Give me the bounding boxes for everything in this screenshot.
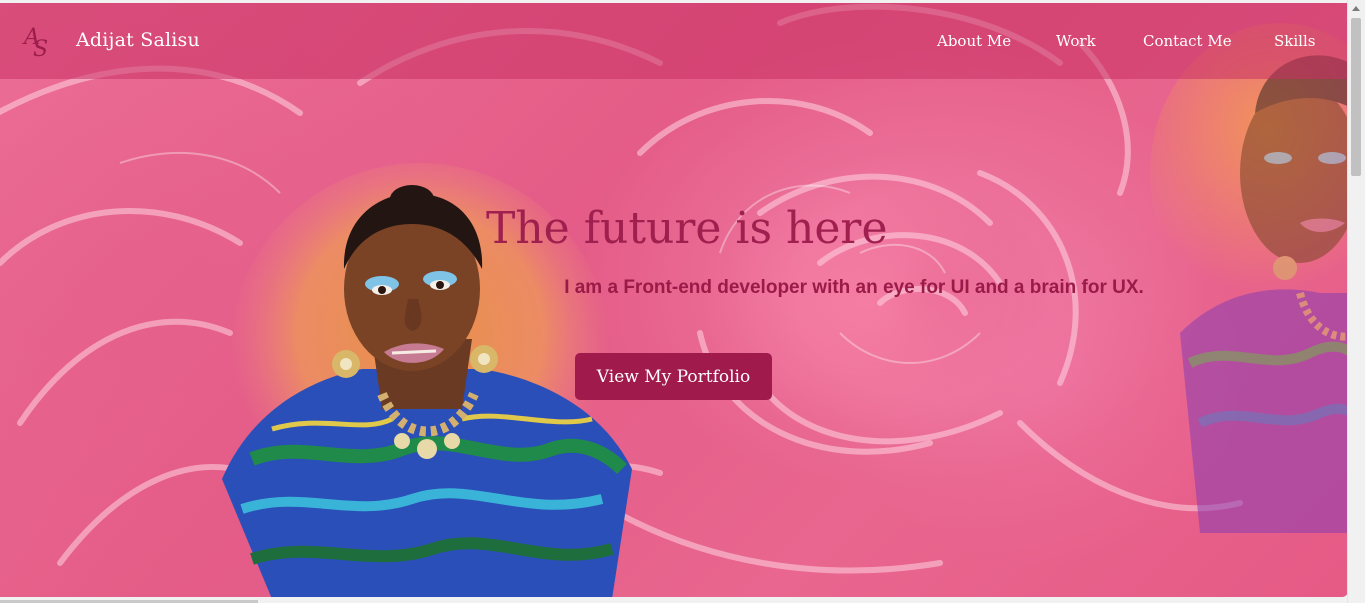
hero-headline: The future is here: [486, 203, 888, 254]
profile-photo-ghost: [1180, 55, 1348, 533]
brand-name[interactable]: Adijat Salisu: [76, 29, 200, 51]
nav-link-contact-me[interactable]: Contact Me: [1143, 32, 1232, 50]
arrow-up-icon[interactable]: [1352, 6, 1360, 11]
nav-link-skills[interactable]: Skills: [1274, 32, 1315, 50]
view-portfolio-button[interactable]: View My Portfolio: [575, 353, 772, 400]
vertical-scrollbar[interactable]: [1347, 0, 1365, 603]
hero-tagline: I am a Front-end developer with an eye f…: [564, 277, 1144, 298]
nav-link-work[interactable]: Work: [1056, 32, 1096, 50]
top-navbar: AS Adijat Salisu About Me Work Contact M…: [0, 3, 1348, 79]
monogram-logo-icon[interactable]: AS: [24, 27, 50, 61]
hero-section: AS Adijat Salisu About Me Work Contact M…: [0, 3, 1348, 597]
scrollbar-thumb[interactable]: [1351, 18, 1361, 176]
nav-link-about-me[interactable]: About Me: [937, 32, 1011, 50]
